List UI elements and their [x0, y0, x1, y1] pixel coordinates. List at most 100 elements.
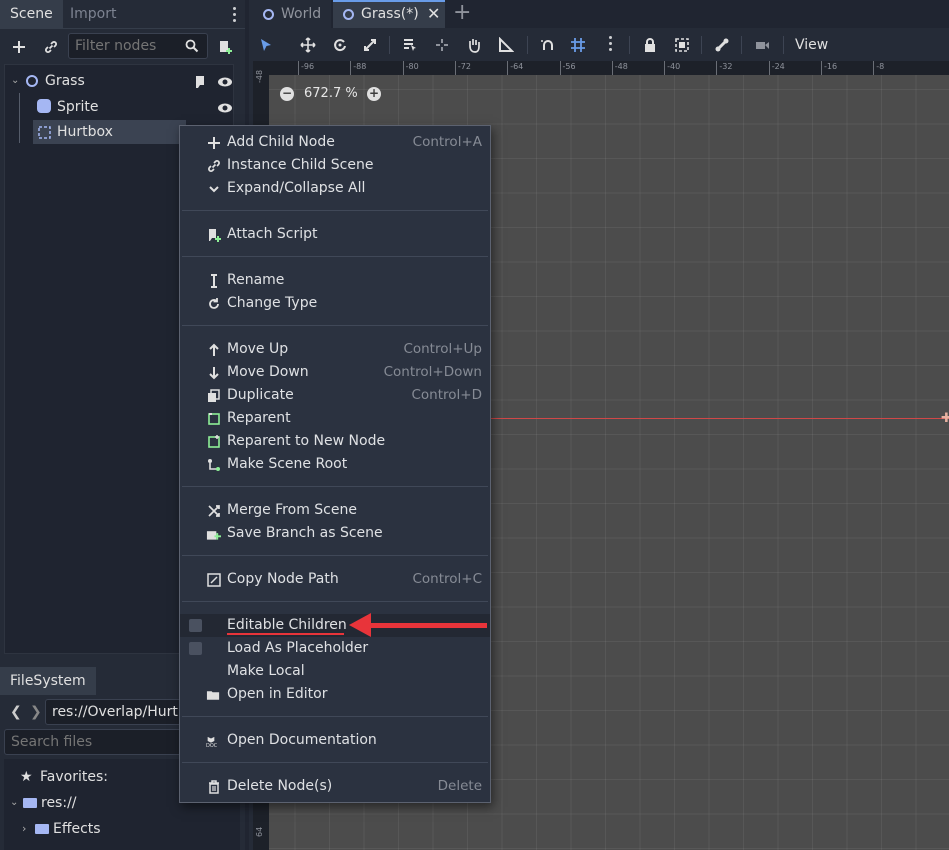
plus-icon: [206, 135, 221, 150]
tab-scene[interactable]: Scene: [0, 0, 63, 28]
tab-label: Grass(*): [361, 6, 419, 22]
smart-snap-icon[interactable]: [533, 30, 563, 60]
menu-item-label: Change Type: [227, 295, 318, 311]
menu-item-attach-script[interactable]: Attach Script: [180, 223, 490, 246]
zoom-in-button[interactable]: +: [367, 87, 381, 101]
menu-item-rename[interactable]: Rename: [180, 269, 490, 292]
ruler-tool-icon[interactable]: [491, 30, 521, 60]
visibility-eye-icon[interactable]: [217, 73, 233, 97]
rotate-tool-icon[interactable]: [325, 30, 355, 60]
tab-filesystem[interactable]: FileSystem: [0, 667, 96, 695]
lock-icon[interactable]: [635, 30, 665, 60]
tab-grass[interactable]: Grass(*) ✕: [333, 0, 445, 28]
area2d-icon: [37, 124, 52, 148]
chevron-down-icon: [206, 181, 221, 196]
ruler-tick: [454, 61, 456, 75]
zoom-level[interactable]: 672.7 %: [304, 86, 358, 101]
menu-item-label: Delete Node(s): [227, 778, 333, 794]
pivot-tool-icon[interactable]: [427, 30, 457, 60]
move-tool-icon[interactable]: [293, 30, 323, 60]
horizontal-ruler[interactable]: -96 -88 -80 -72 -64 -56 -48 -40 -32 -24 -16 -8: [269, 61, 949, 75]
ruler-tick: [873, 61, 875, 75]
ruler-label: -64: [510, 62, 524, 71]
menu-item-move-down[interactable]: Move Down Control+Down: [180, 361, 490, 384]
reparent-new-icon: [206, 434, 221, 449]
ruler-label: -8: [876, 62, 885, 71]
merge-icon: [206, 503, 221, 518]
back-arrow-icon[interactable]: ❮: [10, 704, 22, 720]
doc-icon: DOC: [206, 733, 221, 748]
script-icon[interactable]: [193, 73, 207, 97]
menu-item-open-in-editor[interactable]: Open in Editor: [180, 683, 490, 706]
tree-item-hurtbox[interactable]: Hurtbox: [33, 120, 186, 144]
chevron-right-icon[interactable]: ›: [22, 817, 26, 841]
menu-item-change-type[interactable]: Change Type: [180, 292, 490, 315]
folder-open-icon: [206, 687, 221, 702]
scale-tool-icon[interactable]: [355, 30, 385, 60]
menu-item-label: Copy Node Path: [227, 571, 339, 587]
list-select-tool-icon[interactable]: [395, 30, 425, 60]
menu-item-reparent-to-new-node[interactable]: Reparent to New Node: [180, 430, 490, 453]
pan-tool-icon[interactable]: [459, 30, 489, 60]
checkbox-icon[interactable]: [189, 619, 202, 632]
menu-item-label: Move Up: [227, 341, 289, 357]
dock-menu-icon[interactable]: [233, 7, 236, 25]
toolbar-separator: [527, 36, 528, 54]
tree-item-sprite[interactable]: Sprite: [9, 95, 235, 119]
toolbar-separator: [629, 36, 630, 54]
menu-item-label: Move Down: [227, 364, 309, 380]
tree-item-label: Grass: [45, 73, 85, 89]
tab-import[interactable]: Import: [60, 0, 126, 28]
menu-item-make-local[interactable]: Make Local: [180, 660, 490, 683]
menu-item-duplicate[interactable]: Duplicate Control+D: [180, 384, 490, 407]
bone-icon[interactable]: [707, 30, 737, 60]
select-tool-icon[interactable]: [251, 30, 281, 60]
menu-item-expand-collapse-all[interactable]: Expand/Collapse All: [180, 177, 490, 200]
checkbox-icon[interactable]: [189, 642, 202, 655]
menu-item-add-child-node[interactable]: Add Child Node Control+A: [180, 131, 490, 154]
forward-arrow-icon[interactable]: ❯: [30, 704, 42, 720]
view-menu-button[interactable]: View: [795, 30, 828, 60]
tab-world[interactable]: World: [249, 0, 331, 28]
menu-item-load-as-placeholder[interactable]: Load As Placeholder: [180, 637, 490, 660]
close-icon[interactable]: ✕: [427, 2, 440, 26]
menu-item-move-up[interactable]: Move Up Control+Up: [180, 338, 490, 361]
menu-item-open-documentation[interactable]: DOC Open Documentation: [180, 729, 490, 752]
chevron-down-icon[interactable]: ⌄: [11, 69, 19, 93]
group-icon[interactable]: [667, 30, 697, 60]
menu-item-label: Open Documentation: [227, 732, 377, 748]
tree-item-grass[interactable]: ⌄ Grass: [9, 69, 235, 93]
ruler-tick: [298, 61, 299, 75]
visibility-eye-icon[interactable]: [217, 99, 233, 123]
menu-item-instance-child-scene[interactable]: Instance Child Scene: [180, 154, 490, 177]
menu-item-label: Save Branch as Scene: [227, 525, 383, 541]
camera-icon[interactable]: [747, 30, 777, 60]
menu-item-copy-node-path[interactable]: Copy Node Path Control+C: [180, 568, 490, 591]
ruler-label: -56: [562, 62, 576, 71]
zoom-out-button[interactable]: −: [280, 87, 294, 101]
menu-item-shortcut: Control+D: [411, 387, 482, 403]
menu-item-label: Merge From Scene: [227, 502, 357, 518]
add-tab-icon[interactable]: +: [453, 1, 471, 25]
menu-item-label: Rename: [227, 272, 285, 288]
menu-item-make-scene-root[interactable]: Make Scene Root: [180, 453, 490, 476]
save-branch-icon: [206, 526, 221, 541]
scene-root-icon: [206, 457, 221, 472]
add-node-icon[interactable]: [8, 36, 30, 58]
menu-item-merge-from-scene[interactable]: Merge From Scene: [180, 499, 490, 522]
instance-scene-icon[interactable]: [40, 36, 62, 58]
menu-item-delete-node-s[interactable]: Delete Node(s) Delete: [180, 775, 490, 798]
ruler-tick: [507, 61, 509, 75]
tree-item-label: Sprite: [57, 99, 99, 115]
menu-separator: [182, 762, 488, 763]
folder-icon: [23, 798, 37, 808]
ruler-label: -88: [353, 62, 367, 71]
ruler-label: -16: [824, 62, 838, 71]
menu-item-save-branch-as-scene[interactable]: Save Branch as Scene: [180, 522, 490, 545]
snap-options-icon[interactable]: [595, 30, 625, 60]
menu-item-reparent[interactable]: Reparent: [180, 407, 490, 430]
grid-snap-icon[interactable]: [563, 30, 593, 60]
trash-icon: [206, 779, 221, 794]
chevron-down-icon[interactable]: ⌄: [10, 791, 18, 815]
attach-script-icon[interactable]: [214, 36, 236, 58]
